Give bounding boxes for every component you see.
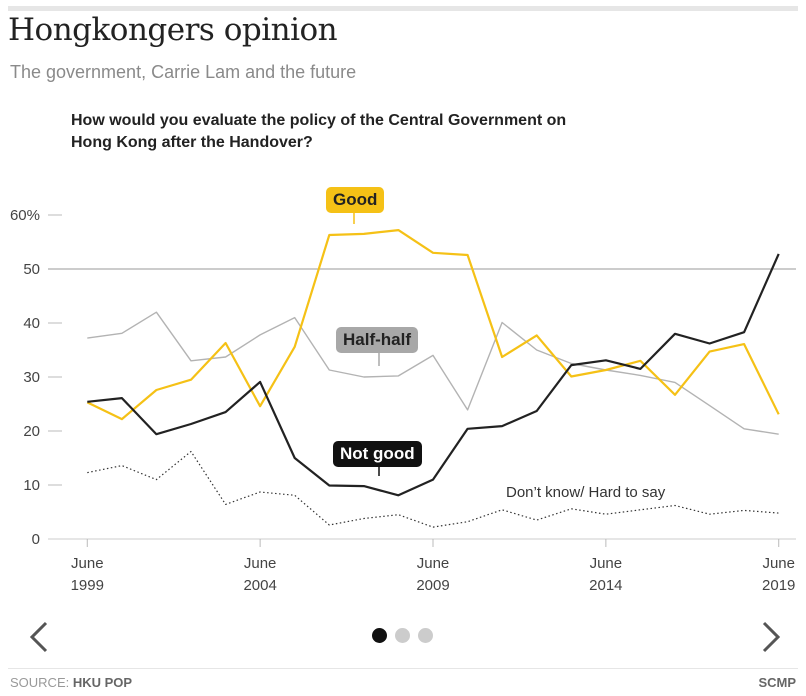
x-tick-label-2-1: 2009: [416, 577, 449, 594]
carousel-dot-3[interactable]: [418, 628, 433, 643]
page-subtitle: The government, Carrie Lam and the futur…: [10, 62, 357, 82]
label-half-half: Half-half: [336, 327, 418, 353]
x-tick-label-3-0: June: [590, 555, 623, 572]
carousel-dot-2[interactable]: [395, 628, 410, 643]
series-line-half-half: [87, 311, 779, 435]
label-good: Good: [326, 187, 385, 213]
brand-logo: SCMP: [758, 675, 796, 690]
chevron-left-icon[interactable]: [24, 620, 58, 654]
series-line-don-t-know-hard-to-say: [87, 450, 779, 528]
y-tick-label-30: 30: [23, 369, 40, 386]
page-title: Hongkongers opinion: [8, 12, 338, 48]
y-tick-label-20: 20: [23, 423, 40, 440]
y-tick-label-50: 50: [23, 261, 40, 278]
x-tick-label-0-1: 1999: [71, 577, 104, 594]
x-tick-label-1-0: June: [244, 555, 277, 572]
series-line-good: [86, 228, 780, 421]
x-tick-label-4-0: June: [762, 555, 795, 572]
line-chart: 0 10 20 30 40 50 60% June 1999 June 2004 June 2009 Ju…: [10, 207, 796, 594]
x-tick-label-0-0: June: [71, 555, 104, 572]
series-line-not-good: [87, 253, 780, 497]
x-tick-label-1-1: 2004: [243, 577, 276, 594]
carousel-dots: [372, 628, 441, 644]
x-tick-label-3-1: 2014: [589, 577, 622, 594]
source-line: SOURCE: HKU POP: [10, 675, 132, 690]
y-tick-label-10: 10: [23, 477, 40, 494]
x-tick-label-2-0: June: [417, 555, 450, 572]
top-rule: [8, 6, 798, 11]
y-tick-label-0: 0: [32, 531, 40, 548]
x-tick-label-4-1: 2019: [762, 577, 795, 594]
y-tick-label-40: 40: [23, 315, 40, 332]
label-not-good: Not good: [333, 441, 422, 467]
chevron-right-icon[interactable]: [752, 620, 786, 654]
source-prefix: SOURCE:: [10, 675, 73, 690]
label-dont-know: Don’t know/ Hard to say: [506, 484, 666, 501]
chart-title: How would you evaluate the policy of the…: [71, 112, 567, 151]
source-name: HKU POP: [72, 675, 133, 690]
footer-rule: [8, 668, 798, 669]
y-tick-label-60: 60%: [10, 207, 40, 224]
carousel-dot-1[interactable]: [372, 628, 387, 643]
